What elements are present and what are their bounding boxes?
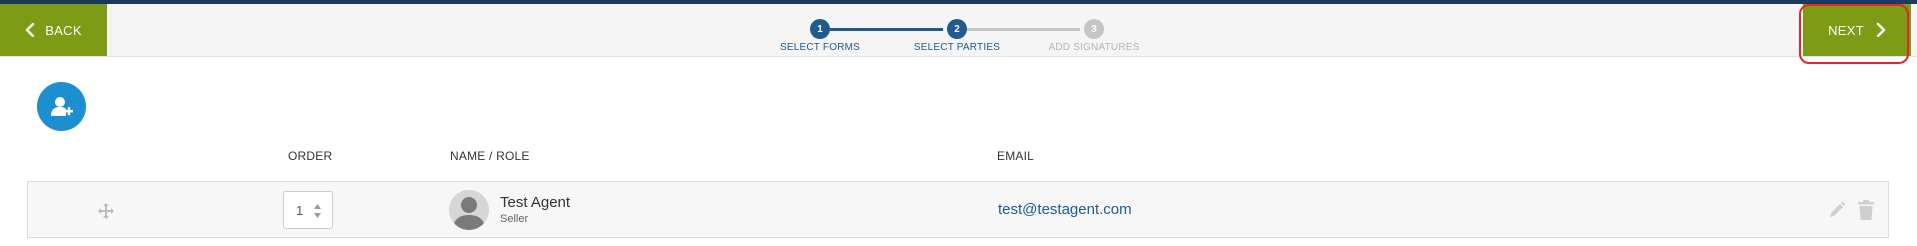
next-button-label: NEXT xyxy=(1828,22,1864,38)
step-3-number: 3 xyxy=(1091,23,1097,35)
step-3-circle: 3 xyxy=(1084,19,1104,39)
step-2-circle: 2 xyxy=(947,19,967,39)
order-value: 1 xyxy=(296,202,304,218)
wizard-header: BACK 1 SELECT FORMS 2 SELECT PARTIES 3 A… xyxy=(0,4,1917,57)
next-button[interactable]: NEXT xyxy=(1803,4,1911,56)
chevron-right-icon xyxy=(1876,23,1886,37)
trash-icon[interactable] xyxy=(1857,200,1875,220)
step-connector-1 xyxy=(830,28,943,31)
up-down-arrows-icon[interactable] xyxy=(313,203,322,219)
table-row: 1 Test Agent Seller test@testagent.com xyxy=(27,181,1889,238)
back-button[interactable]: BACK xyxy=(0,4,107,56)
step-1-number: 1 xyxy=(817,23,823,35)
back-button-label: BACK xyxy=(45,22,82,38)
step-3-label: ADD SIGNATURES xyxy=(1048,42,1140,53)
select-parties-page: BACK 1 SELECT FORMS 2 SELECT PARTIES 3 A… xyxy=(0,0,1917,246)
pencil-icon[interactable] xyxy=(1828,201,1846,219)
progress-stepper: 1 SELECT FORMS 2 SELECT PARTIES 3 ADD SI… xyxy=(780,8,1170,60)
add-party-button[interactable] xyxy=(37,82,86,131)
step-2-label: SELECT PARTIES xyxy=(913,42,1001,53)
avatar xyxy=(449,190,489,230)
name-role-column-header: NAME / ROLE xyxy=(450,149,530,163)
email-column-header: EMAIL xyxy=(997,149,1035,163)
party-email-link[interactable]: test@testagent.com xyxy=(998,201,1132,218)
step-2-number: 2 xyxy=(954,23,960,35)
move-icon[interactable] xyxy=(97,202,115,220)
order-stepper[interactable]: 1 xyxy=(283,191,333,229)
add-user-icon xyxy=(50,96,73,116)
step-connector-2 xyxy=(967,28,1080,31)
chevron-left-icon xyxy=(25,23,35,37)
step-1-circle: 1 xyxy=(810,19,830,39)
party-name: Test Agent xyxy=(500,194,571,211)
order-column-header: ORDER xyxy=(288,149,333,163)
party-role: Seller xyxy=(500,213,529,225)
step-1-label: SELECT FORMS xyxy=(779,42,860,53)
user-silhouette-icon xyxy=(449,190,489,230)
